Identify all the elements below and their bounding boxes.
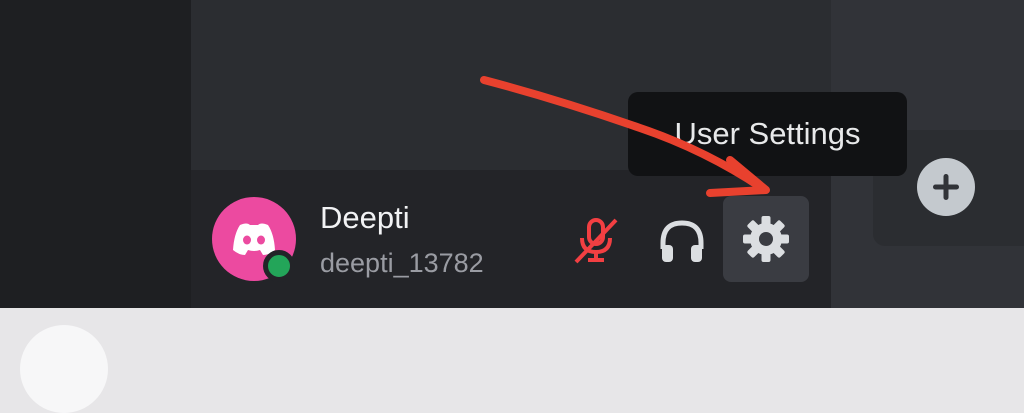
user-settings-tooltip: User Settings [628, 92, 907, 176]
discord-logo-icon [233, 223, 275, 255]
server-rail [0, 0, 191, 308]
headset-icon [660, 220, 704, 262]
add-button[interactable] [917, 158, 975, 216]
gear-icon [743, 216, 789, 262]
bottom-circle [20, 325, 108, 413]
user-settings-button[interactable] [723, 196, 809, 282]
online-status-indicator [263, 250, 295, 282]
deafen-button[interactable] [652, 212, 712, 272]
tooltip-text: User Settings [674, 116, 861, 151]
bottom-strip [0, 308, 1024, 352]
mute-button[interactable] [566, 210, 626, 270]
mic-muted-icon [574, 218, 618, 264]
username: deepti_13782 [320, 248, 484, 278]
plus-icon [933, 174, 959, 200]
display-name: Deepti [320, 200, 410, 235]
